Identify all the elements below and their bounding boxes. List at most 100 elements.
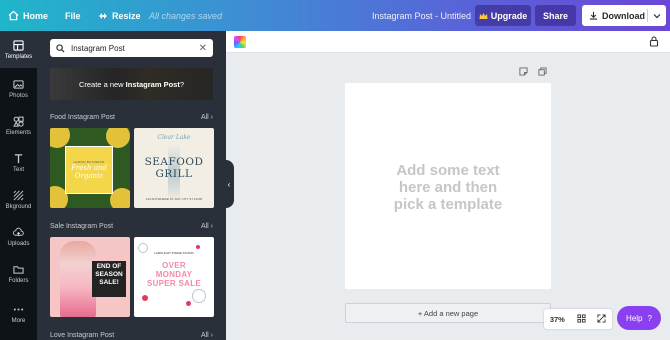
- thumb-headline-line: GRILL: [155, 168, 193, 180]
- background-icon: [13, 190, 24, 200]
- sale-label-line: SEASON: [95, 271, 123, 278]
- thumb-script-text: Fresh and Organic: [71, 164, 107, 180]
- design-canvas[interactable]: Add some text here and then pick a templ…: [345, 83, 551, 289]
- photos-icon: [13, 79, 24, 89]
- help-icon: ?: [647, 313, 652, 323]
- help-label: Help: [626, 313, 643, 323]
- decor-ring: [192, 289, 206, 303]
- decor-ring: [138, 243, 148, 253]
- template-thumb-seafood-grill[interactable]: Clear Lake SEAFOOD GRILL 123 ANYWHERE ST…: [134, 128, 214, 208]
- thumb-headline-line: OVER: [162, 261, 186, 270]
- thumb-headline-line: SEAFOOD: [144, 156, 204, 168]
- fullscreen-icon[interactable]: [597, 313, 606, 325]
- rail-label-text: Text: [12, 166, 24, 173]
- side-rail: Templates Photos Elements Text Bkground …: [0, 31, 37, 340]
- duplicate-page-icon[interactable]: [538, 67, 547, 78]
- template-thumb-end-of-season[interactable]: END OF SEASON SALE!: [50, 237, 130, 317]
- help-button[interactable]: Help ?: [617, 306, 661, 330]
- editor-toolbar: [226, 31, 670, 53]
- decor-dot: [196, 245, 200, 249]
- section-love-title: Love Instagram Post: [50, 332, 115, 339]
- document-title[interactable]: Instagram Post - Untitled: [372, 0, 471, 31]
- rail-item-elements[interactable]: Elements: [0, 107, 37, 144]
- uploads-icon: [13, 227, 24, 236]
- resize-button[interactable]: Resize: [98, 0, 141, 31]
- create-new-text: Create a new Instagram Post?: [50, 80, 213, 89]
- section-love-all-link[interactable]: All ›: [201, 332, 213, 339]
- download-main[interactable]: Download: [582, 11, 647, 21]
- sale-label-line: SALE!: [99, 279, 119, 286]
- home-button[interactable]: Home: [8, 0, 48, 31]
- upgrade-button[interactable]: Upgrade: [475, 5, 531, 26]
- create-new-banner[interactable]: Create a new Instagram Post?: [50, 68, 213, 100]
- model-photo: [60, 241, 96, 317]
- rail-item-uploads[interactable]: Uploads: [0, 218, 37, 255]
- download-icon: [589, 11, 598, 20]
- create-new-bold: Instagram Post: [125, 80, 180, 89]
- color-picker-icon[interactable]: [234, 36, 246, 48]
- templates-icon: [13, 39, 24, 51]
- rail-item-templates[interactable]: Templates: [0, 31, 37, 68]
- rail-item-folders[interactable]: Folders: [0, 255, 37, 292]
- template-thumb-fresh-organic[interactable]: LEMON BUSINESS Fresh and Organic: [50, 128, 130, 208]
- sale-label-line: END OF: [96, 263, 122, 270]
- text-icon: [14, 153, 23, 163]
- file-menu[interactable]: File: [65, 0, 81, 31]
- create-new-prefix: Create a new: [78, 80, 126, 89]
- template-search[interactable]: Instagram Post ✕: [50, 39, 213, 57]
- templates-panel: Instagram Post ✕ Create a new Instagram …: [37, 31, 226, 340]
- resize-label: Resize: [112, 10, 141, 21]
- search-icon: [56, 43, 65, 53]
- resize-icon: [99, 12, 107, 19]
- section-food-title: Food Instagram Post: [50, 114, 115, 121]
- download-label: Download: [602, 10, 645, 21]
- canvas-hint-line: here and then: [398, 179, 498, 196]
- rail-item-photos[interactable]: Photos: [0, 70, 37, 107]
- thumb-script-text: Clear Lake: [157, 134, 191, 141]
- clear-search-icon[interactable]: ✕: [199, 43, 207, 54]
- sale-label: END OF SEASON SALE!: [92, 261, 126, 297]
- rail-label-elements: Elements: [5, 129, 31, 136]
- chevron-down-icon: [653, 13, 661, 18]
- thumb-headline-line: SUPER SALE: [146, 279, 202, 288]
- download-button[interactable]: Download: [582, 5, 666, 26]
- page-notes-icon[interactable]: [519, 67, 528, 78]
- template-card: LEMON BUSINESS Fresh and Organic: [65, 146, 113, 194]
- lemon-shape: [110, 188, 130, 208]
- rail-label-photos: Photos: [9, 92, 28, 99]
- home-label: Home: [23, 10, 49, 21]
- template-thumb-monday-sale[interactable]: LARSLIGHT INSIDE STUDIO OVER MONDAY SUPE…: [134, 237, 214, 317]
- search-input[interactable]: Instagram Post: [71, 44, 125, 53]
- thumb-headline-line: MONDAY: [155, 270, 193, 279]
- thumb-tiny-text: 123 ANYWHERE ST. ANY CITY ST 12345: [145, 197, 203, 201]
- share-button[interactable]: Share: [535, 5, 576, 26]
- decor-dot: [142, 295, 148, 301]
- canvas-hint-line: Add some text: [396, 162, 500, 179]
- chevron-left-icon: ‹: [227, 179, 231, 189]
- upgrade-label: Upgrade: [490, 10, 528, 21]
- home-icon: [8, 10, 19, 21]
- collapse-panel-button[interactable]: ‹: [224, 160, 234, 208]
- page-tools: [519, 67, 547, 78]
- section-sale-all-label: All: [200, 223, 209, 230]
- add-page-button[interactable]: + Add a new page: [345, 303, 551, 323]
- canvas-hint-line: pick a template: [393, 196, 503, 213]
- rail-label-folders: Folders: [8, 277, 29, 284]
- rail-item-text[interactable]: Text: [0, 144, 37, 181]
- section-food-all-link[interactable]: All ›: [201, 114, 213, 121]
- grid-view-icon[interactable]: [576, 313, 586, 325]
- lemon-shape: [50, 128, 70, 148]
- canvas-hint: Add some text here and then pick a templ…: [345, 162, 551, 213]
- rail-label-uploads: Uploads: [7, 240, 30, 247]
- rail-item-background[interactable]: Bkground: [0, 181, 37, 218]
- rail-label-templates: Templates: [4, 53, 33, 60]
- section-food-header: Food Instagram Post All ›: [50, 114, 213, 121]
- section-sale-all-link[interactable]: All ›: [201, 223, 213, 230]
- download-options-button[interactable]: [648, 13, 666, 19]
- rail-item-more[interactable]: More: [0, 295, 37, 332]
- save-status: All changes saved: [149, 10, 223, 21]
- lock-icon[interactable]: [649, 36, 659, 50]
- decor-dot: [186, 301, 191, 306]
- section-food-all-label: All: [200, 114, 209, 121]
- zoom-level[interactable]: 37%: [550, 315, 565, 324]
